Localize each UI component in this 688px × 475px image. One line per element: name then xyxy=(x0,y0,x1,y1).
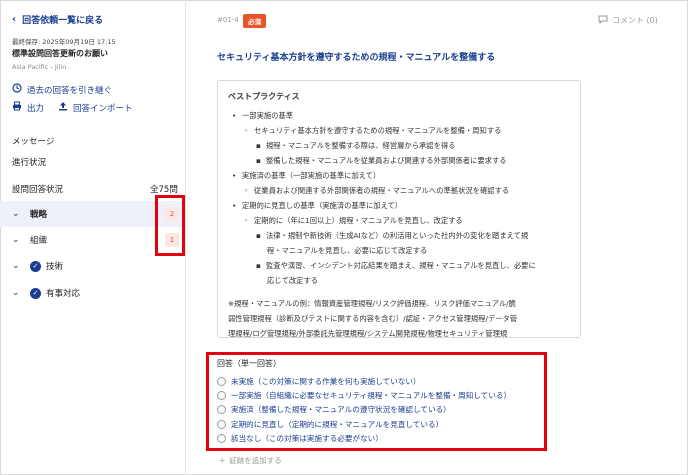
category-incident-response[interactable]: ⌄ ✓ 有事対応 xyxy=(0,280,185,306)
back-link[interactable]: ‹ 回答依頼一覧に戻る xyxy=(12,13,103,26)
line-text: 応じて改定する xyxy=(267,276,319,285)
add-evidence-button[interactable]: + 証跡を追加する xyxy=(219,455,282,466)
category-technology[interactable]: ⌄ ✓ 技術 xyxy=(0,253,185,279)
line-text: 一部実施の基準 xyxy=(242,111,294,120)
print-icon xyxy=(12,101,22,114)
chevron-down-icon: ⌄ xyxy=(12,288,20,298)
line-text: 監査や演習、インシデント対応結果を踏まえ、規程・マニュアルを見直し、必要に xyxy=(266,261,536,270)
line-text: 従業員および関連する外部関係者の規程・マニュアルへの準拠状況を確認する xyxy=(254,186,510,195)
line-text: 定期的に（年に1回以上）規程・マニュアルを見直し、改定する xyxy=(254,216,463,225)
highlight-box-badges xyxy=(155,195,185,256)
check-circle-icon: ✓ xyxy=(30,287,41,299)
best-practice-list: • 一部実施の基準 ◦ セキュリティ基本方針を遵守するための規程・マニュアルを整備・周… xyxy=(228,108,570,288)
sidebar-item-message[interactable]: メッセージ xyxy=(12,135,54,147)
carry-over-label: 過去の回答を引き継ぐ xyxy=(27,85,113,96)
comment-icon xyxy=(598,15,608,26)
line-text: セキュリティ基本方針を遵守するための規程・マニュアルを整備・周知する xyxy=(254,126,502,135)
upload-icon xyxy=(58,101,68,114)
bullet: ◦ xyxy=(244,186,249,195)
bullet: • xyxy=(232,111,237,120)
line-text: 程・マニュアルを見直し、必要に応じて改定する xyxy=(267,246,428,255)
total-question-count: 全75問 xyxy=(150,185,178,195)
last-saved: 最終保存: 2025年09月19日 17:15 xyxy=(12,38,116,46)
import-button[interactable]: 回答インポート xyxy=(58,101,133,114)
best-practice-line: ▪ 規程・マニュアルを整備する際は、経営層から承認を得る xyxy=(228,138,570,153)
category-label: 技術 xyxy=(46,262,64,272)
region-label: Asia Pacific - Jilin xyxy=(12,63,67,71)
best-practice-line: ▪ 法律・規制や新技術（生成AIなど）の利活用といった社内外の変化を踏まえて規 xyxy=(228,228,570,243)
bullet: ▪ xyxy=(256,261,261,270)
output-button[interactable]: 出力 xyxy=(12,101,44,114)
best-practice-line: 程・マニュアルを見直し、必要に応じて改定する xyxy=(228,243,570,258)
best-practice-line: ▪ 整備した規程・マニュアルを従業員および関連する外部関係者に要求する xyxy=(228,153,570,168)
best-practice-line: ◦ 従業員および関連する外部関係者の規程・マニュアルへの準拠状況を確認する xyxy=(228,183,570,198)
category-label: 組織 xyxy=(30,236,48,246)
chevron-left-icon: ‹ xyxy=(12,14,17,25)
line-text: 実施済の基準（一部実施の基準に加えて） xyxy=(242,171,381,180)
bullet: ▪ xyxy=(256,231,261,240)
line-text: 整備した規程・マニュアルを従業員および関連する外部関係者に要求する xyxy=(266,156,507,165)
chevron-down-icon: ⌄ xyxy=(12,209,20,219)
required-tag: 必須 xyxy=(243,14,266,28)
best-practice-line: • 定期的に見直しの基準（実施済の基準に加えて） xyxy=(228,198,570,213)
import-label: 回答インポート xyxy=(73,103,133,114)
chevron-down-icon: ⌄ xyxy=(12,261,20,271)
best-practice-line: ◦ セキュリティ基本方針を遵守するための規程・マニュアルを整備・周知する xyxy=(228,123,570,138)
line-text: 規程・マニュアルを整備する際は、経営層から承認を得る xyxy=(266,141,456,150)
note-line: 理規程/ログ管理規程/外部委託先管理規程/システム開発規程/物理セキュリティ管理… xyxy=(228,329,508,338)
best-practice-line: • 一部実施の基準 xyxy=(228,108,570,123)
comment-label: コメント (0) xyxy=(612,16,658,25)
line-text: 定期的に見直しの基準（実施済の基準に加えて） xyxy=(242,201,403,210)
best-practice-title: ベストプラクティス xyxy=(228,92,300,101)
bullet: ◦ xyxy=(244,216,249,225)
output-label: 出力 xyxy=(27,103,45,114)
best-practice-line: • 実施済の基準（一部実施の基準に加えて） xyxy=(228,168,570,183)
check-circle-icon: ✓ xyxy=(30,260,41,272)
highlight-box-answer xyxy=(206,352,547,451)
sidebar-item-progress[interactable]: 進行状況 xyxy=(12,156,46,168)
back-label: 回答依頼一覧に戻る xyxy=(22,16,104,26)
bullet: • xyxy=(232,171,237,180)
question-title: セキュリティ基本方針を遵守するための規程・マニュアルを整備する xyxy=(217,53,496,63)
note-line: 弱性管理規程（診断及びテストに関する内容を含む）/認証・アクセス管理規程/データ… xyxy=(228,314,518,323)
category-label: 有事対応 xyxy=(46,289,81,299)
category-label: 戦略 xyxy=(30,210,48,220)
best-practice-panel: ベストプラクティス • 一部実施の基準 ◦ セキュリティ基本方針を遵守するための規程・… xyxy=(217,80,581,338)
add-evidence-label: 証跡を追加する xyxy=(229,456,282,465)
line-text: 法律・規制や新技術（生成AIなど）の利活用といった社内外の変化を踏まえて規 xyxy=(266,231,529,240)
request-title: 標準設問回答更新のお願い xyxy=(12,49,108,58)
comment-button[interactable]: コメント (0) xyxy=(598,15,658,26)
bullet: ◦ xyxy=(244,126,249,135)
bullet: • xyxy=(232,201,237,210)
note-line: ※規程・マニュアルの例：情報資産管理規程/リスク評価規程、リスク評価マニュアル/… xyxy=(228,299,516,308)
plus-icon: + xyxy=(219,456,226,465)
bullet: ▪ xyxy=(256,156,261,165)
chevron-down-icon: ⌄ xyxy=(12,235,20,245)
carry-over-button[interactable]: 過去の回答を引き継ぐ xyxy=(12,83,112,96)
best-practice-line: ▪ 監査や演習、インシデント対応結果を踏まえ、規程・マニュアルを見直し、必要に xyxy=(228,258,570,273)
best-practice-line: ◦ 定期的に（年に1回以上）規程・マニュアルを見直し、改定する xyxy=(228,213,570,228)
bullet: ▪ xyxy=(256,141,261,150)
example-note: ※規程・マニュアルの例：情報資産管理規程/リスク評価規程、リスク評価マニュアル/… xyxy=(228,296,570,338)
answer-status-heading: 設問回答状況 xyxy=(12,185,64,195)
question-id: #01-4 xyxy=(217,16,239,24)
scrollbar[interactable] xyxy=(679,0,687,475)
best-practice-line: 応じて改定する xyxy=(228,273,570,288)
history-icon xyxy=(12,83,22,96)
